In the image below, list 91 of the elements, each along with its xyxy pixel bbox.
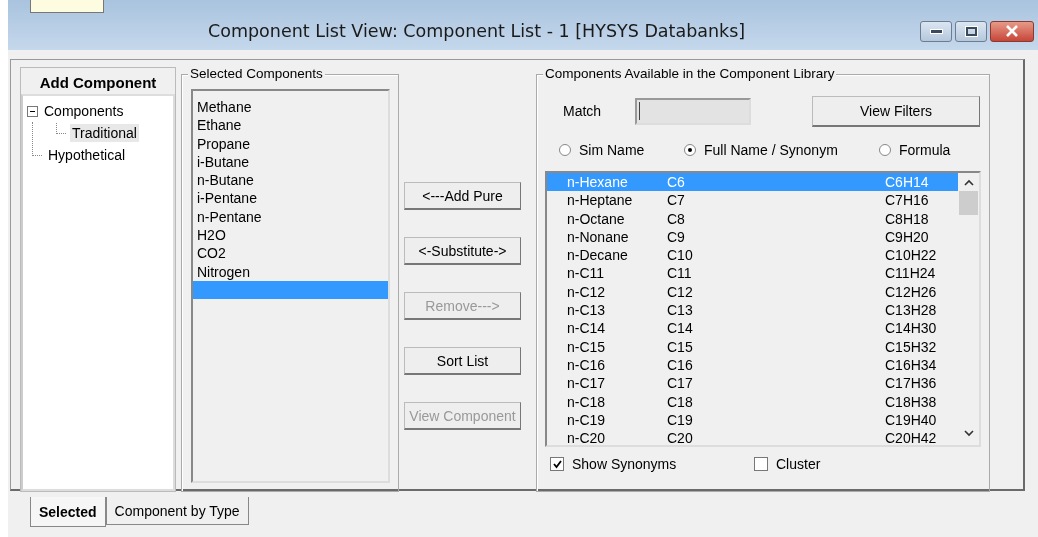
view-filters-button[interactable]: View Filters [812,95,980,127]
list-item[interactable]: Nitrogen [193,262,388,281]
tree-item[interactable]: Hypothetical [46,146,128,164]
table-cell: C19H40 [885,410,937,430]
table-cell-text: n-C20 [566,429,607,448]
list-item[interactable] [193,280,388,300]
table-cell-text: C18 [667,392,694,411]
table-cell-text: C19 [667,410,694,430]
checkbox-label[interactable]: Cluster [776,456,821,472]
action-button[interactable]: <---Add Pure [404,182,521,210]
collapse-icon[interactable] [27,105,38,117]
table-cell: C12H26 [885,282,937,302]
maximize-button[interactable] [955,20,987,42]
tab[interactable]: Component by Type [105,497,249,525]
tab[interactable]: Selected [30,497,106,527]
radio-button[interactable] [559,144,571,156]
list-item[interactable]: Methane [193,98,388,117]
table-cell-text: C15 [667,337,694,356]
table-cell-text: n-C14 [566,319,607,338]
action-button[interactable]: <-Substitute-> [404,237,521,265]
list-item[interactable]: n-Pentane [193,207,388,227]
radio-label[interactable]: Formula [899,142,951,158]
table-cell: C16H34 [885,355,937,375]
list-item[interactable]: Propane [193,134,388,153]
table-cell-text: n-C15 [566,337,607,356]
table-cell: C9H20 [885,227,929,247]
table-cell-text: n-C18 [566,392,607,411]
list-item[interactable]: H2O [193,226,388,245]
table-cell-text: C14 [667,319,694,338]
table-cell-text: C11 [667,264,693,283]
table-cell-text: C16 [667,355,694,375]
table-cell-text: C8 [667,209,686,228]
table-cell-text: n-Hexane [566,173,629,192]
table-cell: C10H22 [885,246,937,265]
table-cell-text: C10 [667,246,694,265]
table-cell-text: C20 [667,429,694,448]
checkbox[interactable] [550,457,564,471]
table-cell: C14H30 [885,319,937,338]
table-cell-text: n-Nonane [566,227,630,247]
checkbox[interactable] [754,457,768,471]
table-cell-text: C9 [667,227,686,247]
table-cell-text: n-C13 [566,301,607,320]
table-cell: C6H14 [885,173,929,192]
table-cell-text: C13 [667,301,694,320]
match-label: Match [563,103,603,119]
table-cell: C15H32 [885,337,937,356]
action-button[interactable]: Sort List [404,347,521,375]
close-button[interactable] [990,20,1034,42]
scroll-down-icon[interactable] [963,430,974,437]
radio-button[interactable] [684,144,696,156]
table-cell-text: n-Decane [566,246,629,265]
scroll-up-icon[interactable] [963,179,974,186]
radio-label[interactable]: Full Name / Synonym [704,142,838,158]
group-title: Components Available in the Component Library [543,66,837,81]
radio-label[interactable]: Sim Name [579,142,645,158]
checkbox-label[interactable]: Show Synonyms [572,456,677,472]
table-cell-text: n-C12 [566,282,607,302]
panel-title: Add Component [21,68,175,94]
radio-button[interactable] [879,144,891,156]
list-item[interactable]: CO2 [193,244,388,263]
minimize-icon [929,28,943,34]
table-cell-text: C6 [667,173,686,192]
table-cell-text: n-C11 [566,264,606,283]
table-cell-text: n-Heptane [566,191,634,210]
table-cell-text: n-C16 [566,355,607,375]
close-icon [1005,25,1019,37]
table-cell: C11H24 [885,264,936,283]
tree-item[interactable]: Traditional [70,124,139,142]
table-cell: C7H16 [885,191,929,210]
table-cell: C18H38 [885,392,937,411]
match-field[interactable] [635,97,751,125]
table-cell-text: n-Octane [566,209,626,228]
table-cell: C20H42 [885,429,937,448]
list-item[interactable]: n-Butane [193,171,388,190]
list-item[interactable]: i-Butane [193,152,388,172]
list-item[interactable]: i-Pentane [193,189,388,208]
table-cell-text: C12 [667,282,694,302]
table-cell-text: C7 [667,191,686,210]
maximize-icon [965,26,977,36]
tree-item[interactable]: Components [42,102,126,120]
minimize-button[interactable] [920,20,952,42]
window-title: Component List View: Component List - 1 [HYSYS Databanks] [208,21,746,41]
table-cell-text: n-C19 [566,410,607,430]
table-cell: C17H36 [885,374,937,393]
table-cell: C8H18 [885,209,929,228]
scroll-thumb[interactable] [959,191,978,215]
table-cell-text: n-C17 [566,374,607,393]
list-item[interactable]: Ethane [193,116,388,135]
table-cell-text: C17 [667,374,694,393]
table-cell: C13H28 [885,301,937,320]
group-title: Selected Components [188,66,325,81]
